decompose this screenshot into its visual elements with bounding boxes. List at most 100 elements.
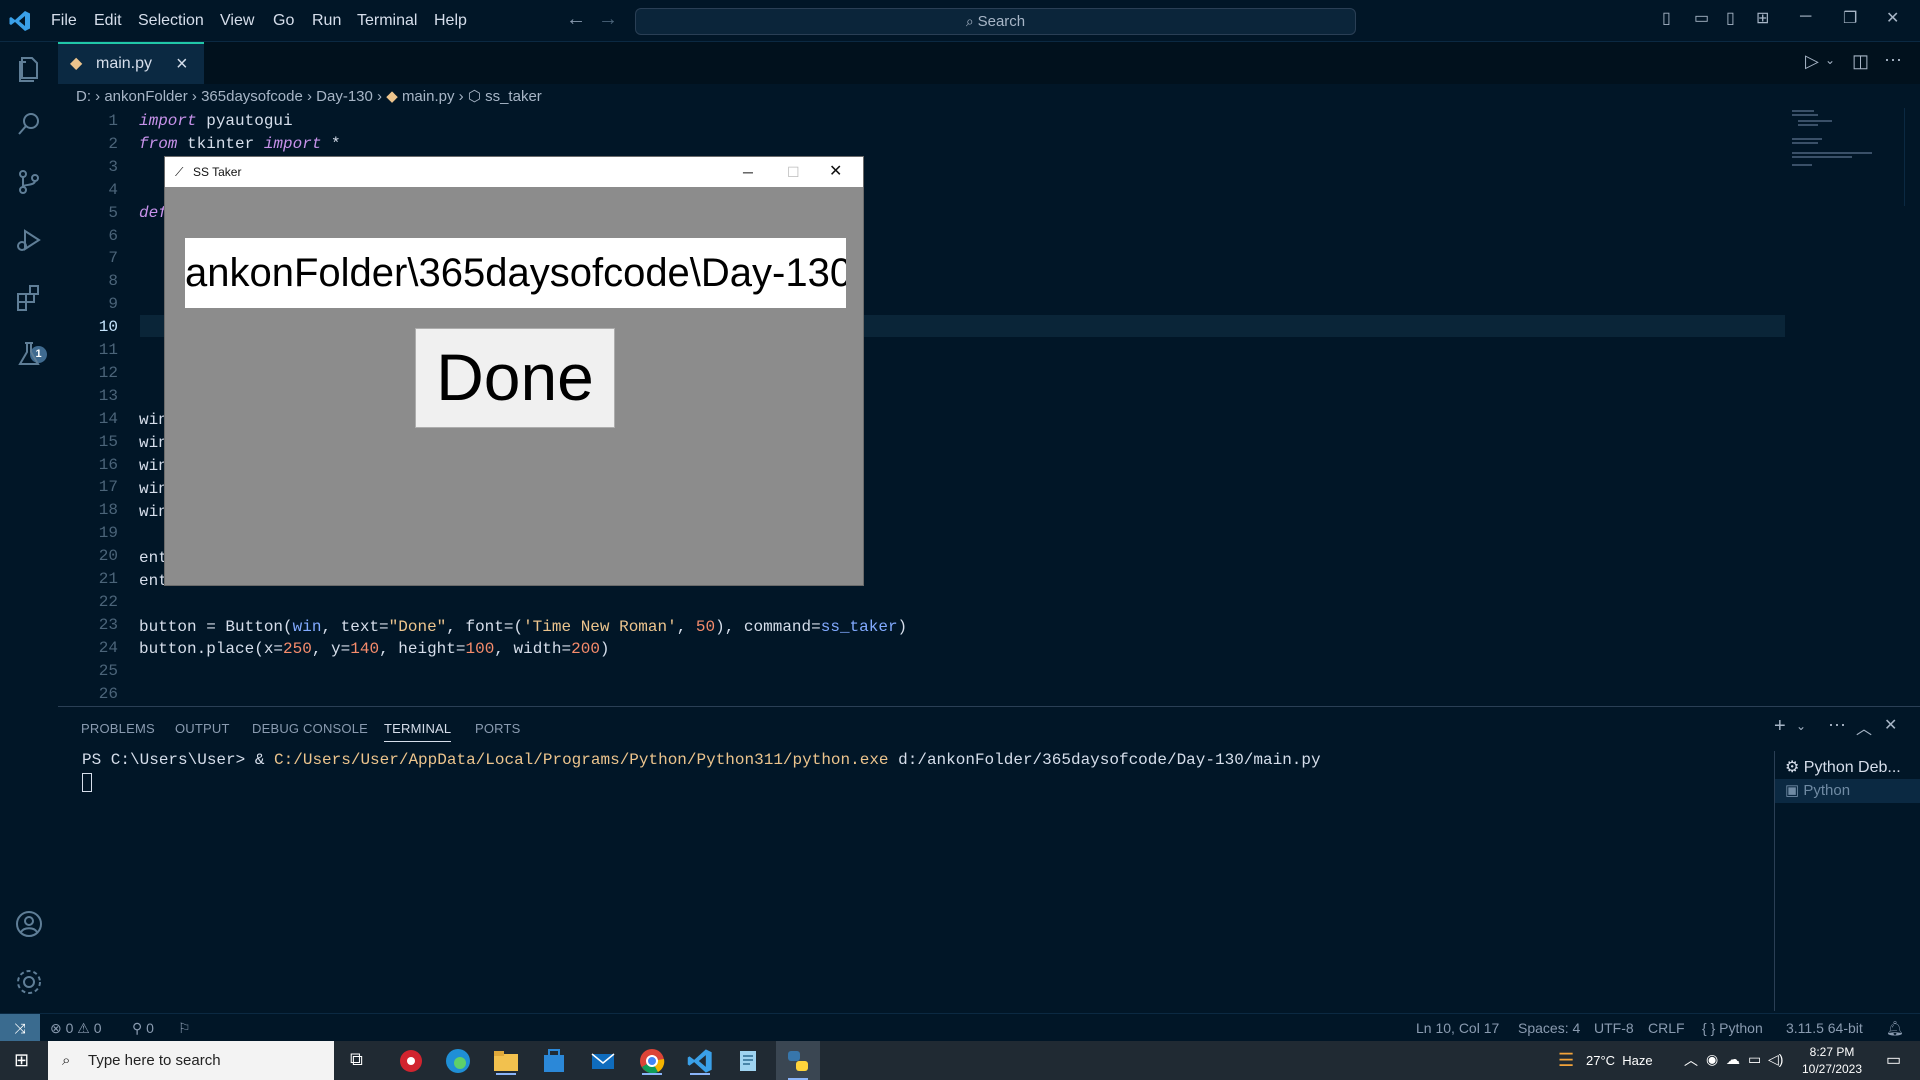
source-control-icon[interactable]	[13, 166, 45, 198]
breadcrumb-folder[interactable]: 365daysofcode	[201, 88, 303, 105]
breadcrumb-folder[interactable]: Day-130	[316, 88, 373, 105]
line-ending[interactable]: CRLF	[1648, 1014, 1685, 1042]
line-number: 5	[108, 203, 118, 222]
line-number: 19	[98, 524, 118, 543]
tk-minimize-icon[interactable]: ─	[743, 157, 753, 187]
breadcrumb-folder[interactable]: ankonFolder	[104, 88, 187, 105]
network-icon[interactable]: ▭	[1748, 1051, 1761, 1068]
chrome-icon[interactable]	[638, 1047, 666, 1075]
path-entry-field[interactable]: ankonFolder\365daysofcode\Day-130	[185, 238, 846, 308]
tk-maximize-icon[interactable]: ☐	[787, 157, 800, 187]
done-button[interactable]: Done	[415, 328, 615, 428]
tab-main-py[interactable]: ◆ main.py ×	[58, 42, 204, 84]
more-actions-icon[interactable]: ⋯	[1884, 50, 1902, 71]
tab-debug-console[interactable]: DEBUG CONSOLE	[252, 721, 368, 736]
python-icon	[788, 1051, 808, 1071]
notifications-bell-icon[interactable]: 🔔︎	[1886, 1014, 1904, 1042]
tab-close-icon[interactable]: ×	[176, 44, 188, 84]
onedrive-cloud-icon[interactable]: ☁	[1726, 1051, 1740, 1068]
clock-date[interactable]: 10/27/2023	[1796, 1062, 1868, 1076]
explorer-icon[interactable]	[13, 52, 45, 84]
command-search-bar[interactable]: ⌕ Search	[635, 8, 1356, 35]
menu-file[interactable]: File	[51, 0, 77, 42]
tk-title-bar[interactable]: ⟋ SS Taker ─ ☐ ✕	[165, 157, 863, 187]
bottom-panel: PROBLEMS OUTPUT DEBUG CONSOLE TERMINAL P…	[58, 706, 1920, 1013]
terminal-cursor	[82, 773, 92, 792]
breadcrumb-file[interactable]: main.py	[402, 88, 455, 105]
toggle-secondary-sidebar-icon[interactable]: ▯	[1726, 8, 1735, 28]
remote-indicator-icon[interactable]: ⤨	[0, 1014, 40, 1041]
tab-ports[interactable]: PORTS	[475, 721, 521, 736]
menu-terminal[interactable]: Terminal	[357, 0, 417, 42]
debug-status-icon[interactable]: ⚐	[178, 1014, 191, 1042]
customize-layout-icon[interactable]: ⊞	[1756, 8, 1769, 28]
notification-center-icon[interactable]: ▭	[1886, 1050, 1901, 1070]
maximize-panel-icon[interactable]: ︿	[1856, 715, 1872, 739]
problems-status[interactable]: ⊗ 0 ⚠ 0	[50, 1014, 102, 1042]
menu-go[interactable]: Go	[273, 0, 294, 42]
run-dropdown-chevron-icon[interactable]: ⌄	[1825, 53, 1835, 67]
language-mode[interactable]: { } Python	[1702, 1014, 1763, 1042]
toggle-panel-icon[interactable]: ▭	[1694, 8, 1709, 28]
line-number: 10	[98, 318, 118, 337]
terminal-list-item[interactable]: ▣ Python	[1775, 779, 1920, 803]
search-view-icon[interactable]	[13, 108, 45, 140]
tab-terminal[interactable]: TERMINAL	[384, 721, 452, 742]
back-arrow-icon[interactable]: ←	[566, 8, 586, 31]
entry-text: ankonFolder\365daysofcode\Day-130	[185, 251, 846, 295]
tk-close-icon[interactable]: ✕	[829, 157, 842, 187]
menu-help[interactable]: Help	[434, 0, 467, 42]
encoding[interactable]: UTF-8	[1594, 1014, 1634, 1042]
forward-arrow-icon[interactable]: →	[598, 8, 618, 31]
menu-selection[interactable]: Selection	[138, 0, 204, 42]
terminal-output[interactable]: PS C:\Users\User> & C:/Users/User/AppDat…	[82, 751, 1321, 769]
meet-now-icon[interactable]: ◉	[1706, 1051, 1718, 1068]
taskbar-search[interactable]: ⌕ Type here to search	[48, 1041, 334, 1080]
new-terminal-icon[interactable]: +	[1774, 715, 1786, 738]
extensions-icon[interactable]	[13, 282, 45, 314]
microsoft-store-icon[interactable]	[540, 1047, 568, 1075]
menu-view[interactable]: View	[220, 0, 254, 42]
terminal-dropdown-icon[interactable]: ⌄	[1796, 719, 1806, 733]
close-panel-icon[interactable]: ✕	[1884, 715, 1897, 735]
minimap[interactable]	[1790, 108, 1890, 208]
recorder-app-icon[interactable]	[397, 1047, 425, 1075]
vscode-taskbar-icon[interactable]	[686, 1047, 714, 1075]
python-tk-taskbar-item[interactable]	[776, 1041, 820, 1080]
tray-chevron-icon[interactable]: ︿	[1684, 1050, 1698, 1070]
clock-time[interactable]: 8:27 PM	[1796, 1045, 1868, 1059]
testing-icon[interactable]	[13, 338, 45, 370]
edge-icon[interactable]	[444, 1047, 472, 1075]
tab-output[interactable]: OUTPUT	[175, 721, 230, 736]
split-editor-icon[interactable]: ◫	[1852, 51, 1869, 72]
breadcrumb-symbol[interactable]: ss_taker	[485, 88, 542, 105]
windows-start-icon[interactable]: ⊞	[14, 1050, 29, 1071]
cursor-position[interactable]: Ln 10, Col 17	[1416, 1014, 1499, 1042]
python-interpreter[interactable]: 3.11.5 64-bit	[1786, 1014, 1863, 1042]
tab-problems[interactable]: PROBLEMS	[81, 721, 155, 736]
ports-status[interactable]: ⚲ 0	[132, 1014, 154, 1042]
notepad-icon[interactable]	[734, 1047, 762, 1075]
settings-gear-icon[interactable]	[13, 966, 45, 998]
mail-icon[interactable]	[589, 1047, 617, 1075]
indentation[interactable]: Spaces: 4	[1518, 1014, 1580, 1042]
task-view-icon[interactable]: ⧉	[350, 1049, 363, 1070]
panel-more-icon[interactable]: ⋯	[1828, 715, 1846, 736]
close-window-icon[interactable]: ✕	[1886, 8, 1899, 28]
accounts-icon[interactable]	[13, 908, 45, 940]
restore-icon[interactable]: ❐	[1843, 8, 1857, 28]
menu-run[interactable]: Run	[312, 0, 341, 42]
weather-text[interactable]: 27°C Haze	[1586, 1053, 1653, 1068]
editor-scrollbar[interactable]	[1904, 108, 1916, 206]
file-explorer-icon[interactable]	[492, 1047, 520, 1075]
run-debug-icon[interactable]	[13, 224, 45, 256]
volume-icon[interactable]: ◁)	[1768, 1051, 1783, 1068]
breadcrumb-drive[interactable]: D:	[76, 88, 91, 105]
line-number: 25	[98, 661, 118, 680]
menu-edit[interactable]: Edit	[94, 0, 122, 42]
terminal-list-item[interactable]: ⚙ Python Deb...	[1785, 757, 1901, 777]
minimize-icon[interactable]: ─	[1800, 8, 1811, 26]
toggle-sidebar-icon[interactable]: ▯	[1662, 8, 1671, 28]
tk-window[interactable]: ⟋ SS Taker ─ ☐ ✕ ankonFolder\365daysofco…	[164, 156, 864, 586]
run-file-icon[interactable]: ▷	[1805, 51, 1819, 72]
